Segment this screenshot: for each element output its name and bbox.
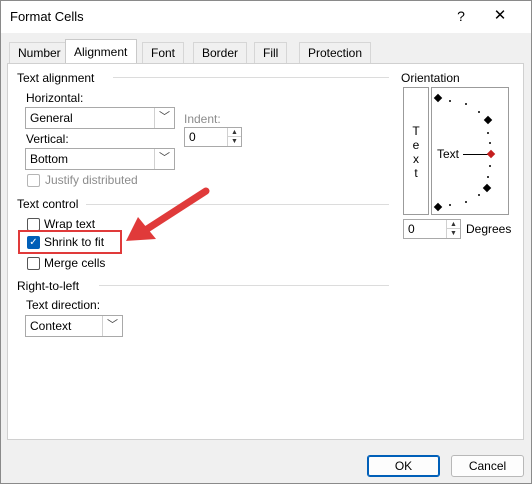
tab-protection[interactable]: Protection	[299, 42, 372, 63]
dial-dot	[489, 142, 491, 144]
indent-label: Indent:	[184, 112, 221, 126]
dial-dot	[478, 111, 480, 113]
caret-up-icon[interactable]: ▲	[228, 128, 241, 137]
dial-dot	[449, 204, 451, 206]
text-control-title: Text control	[17, 197, 79, 211]
text-direction-value: Context	[30, 319, 72, 333]
dial-dot	[478, 194, 480, 196]
tab-font[interactable]: Font	[142, 42, 185, 63]
chevron-down-icon: ﹀	[102, 316, 122, 336]
vertical-value: Bottom	[30, 152, 69, 166]
dial-marker	[483, 115, 493, 125]
dialog-title: Format Cells	[10, 9, 84, 24]
indent-spinner[interactable]: 0 ▲ ▼	[184, 127, 242, 147]
indent-spinner-arrows[interactable]: ▲ ▼	[227, 128, 241, 146]
caret-up-icon[interactable]: ▲	[447, 220, 460, 229]
dial-pointer-line	[463, 154, 488, 155]
text-direction-label: Text direction:	[26, 298, 101, 312]
degrees-spinner-arrows[interactable]: ▲ ▼	[446, 220, 460, 238]
close-button[interactable]: ✕	[485, 4, 515, 30]
dial-pointer-handle[interactable]	[486, 149, 496, 159]
vertical-text-letters: Text	[412, 124, 420, 180]
rtl-title: Right-to-left	[17, 279, 80, 293]
caret-down-icon[interactable]: ▼	[228, 137, 241, 146]
vertical-select[interactable]: Bottom ﹀	[25, 148, 175, 170]
merge-cells-label: Merge cells	[44, 256, 106, 270]
dial-dot	[487, 176, 489, 178]
tab-number[interactable]: Number	[9, 42, 70, 63]
help-button[interactable]: ?	[446, 4, 476, 30]
ok-button[interactable]: OK	[367, 455, 440, 477]
vertical-text: Text	[404, 124, 428, 180]
rtl-rule	[99, 285, 389, 286]
dial-marker-bottom	[433, 202, 443, 212]
annotation-arrow-icon	[126, 187, 210, 241]
vertical-label: Vertical:	[26, 132, 69, 146]
shrink-to-fit-label: Shrink to fit	[44, 235, 105, 249]
title-bar: Format Cells ? ✕	[1, 1, 531, 33]
cancel-button[interactable]: Cancel	[451, 455, 524, 477]
caret-down-icon[interactable]: ▼	[447, 229, 460, 238]
format-cells-dialog: Format Cells ? ✕ Number Alignment Font B…	[0, 0, 532, 484]
degrees-label: Degrees	[466, 222, 512, 236]
orientation-dial[interactable]: Text	[431, 87, 509, 215]
dial-dot	[487, 132, 489, 134]
dial-dot	[465, 201, 467, 203]
tab-fill[interactable]: Fill	[254, 42, 288, 63]
dial-dot	[449, 100, 451, 102]
horizontal-select[interactable]: General ﹀	[25, 107, 175, 129]
vertical-text-box[interactable]: Text	[403, 87, 429, 215]
text-alignment-rule	[113, 77, 389, 78]
dial-dot	[489, 165, 491, 167]
shrink-to-fit-checkbox[interactable]: ✓	[27, 236, 40, 249]
merge-cells-checkbox[interactable]	[27, 257, 40, 270]
horizontal-value: General	[30, 111, 73, 125]
dial-marker-top	[433, 93, 443, 103]
horizontal-label: Horizontal:	[26, 91, 84, 105]
chevron-down-icon: ﹀	[154, 149, 174, 169]
tab-alignment[interactable]: Alignment	[65, 39, 137, 64]
indent-value: 0	[189, 130, 196, 144]
chevron-down-icon: ﹀	[154, 108, 174, 128]
justify-distributed-checkbox[interactable]	[27, 174, 40, 187]
dial-marker	[482, 183, 492, 193]
dial-text: Text	[437, 147, 460, 161]
wrap-text-label: Wrap text	[44, 217, 96, 231]
orientation-title: Orientation	[401, 71, 460, 85]
text-direction-select[interactable]: Context ﹀	[25, 315, 123, 337]
degrees-value: 0	[408, 222, 415, 236]
dial-dot	[465, 103, 467, 105]
degrees-spinner[interactable]: 0 ▲ ▼	[403, 219, 461, 239]
tab-border[interactable]: Border	[193, 42, 248, 63]
text-alignment-title: Text alignment	[17, 71, 95, 85]
